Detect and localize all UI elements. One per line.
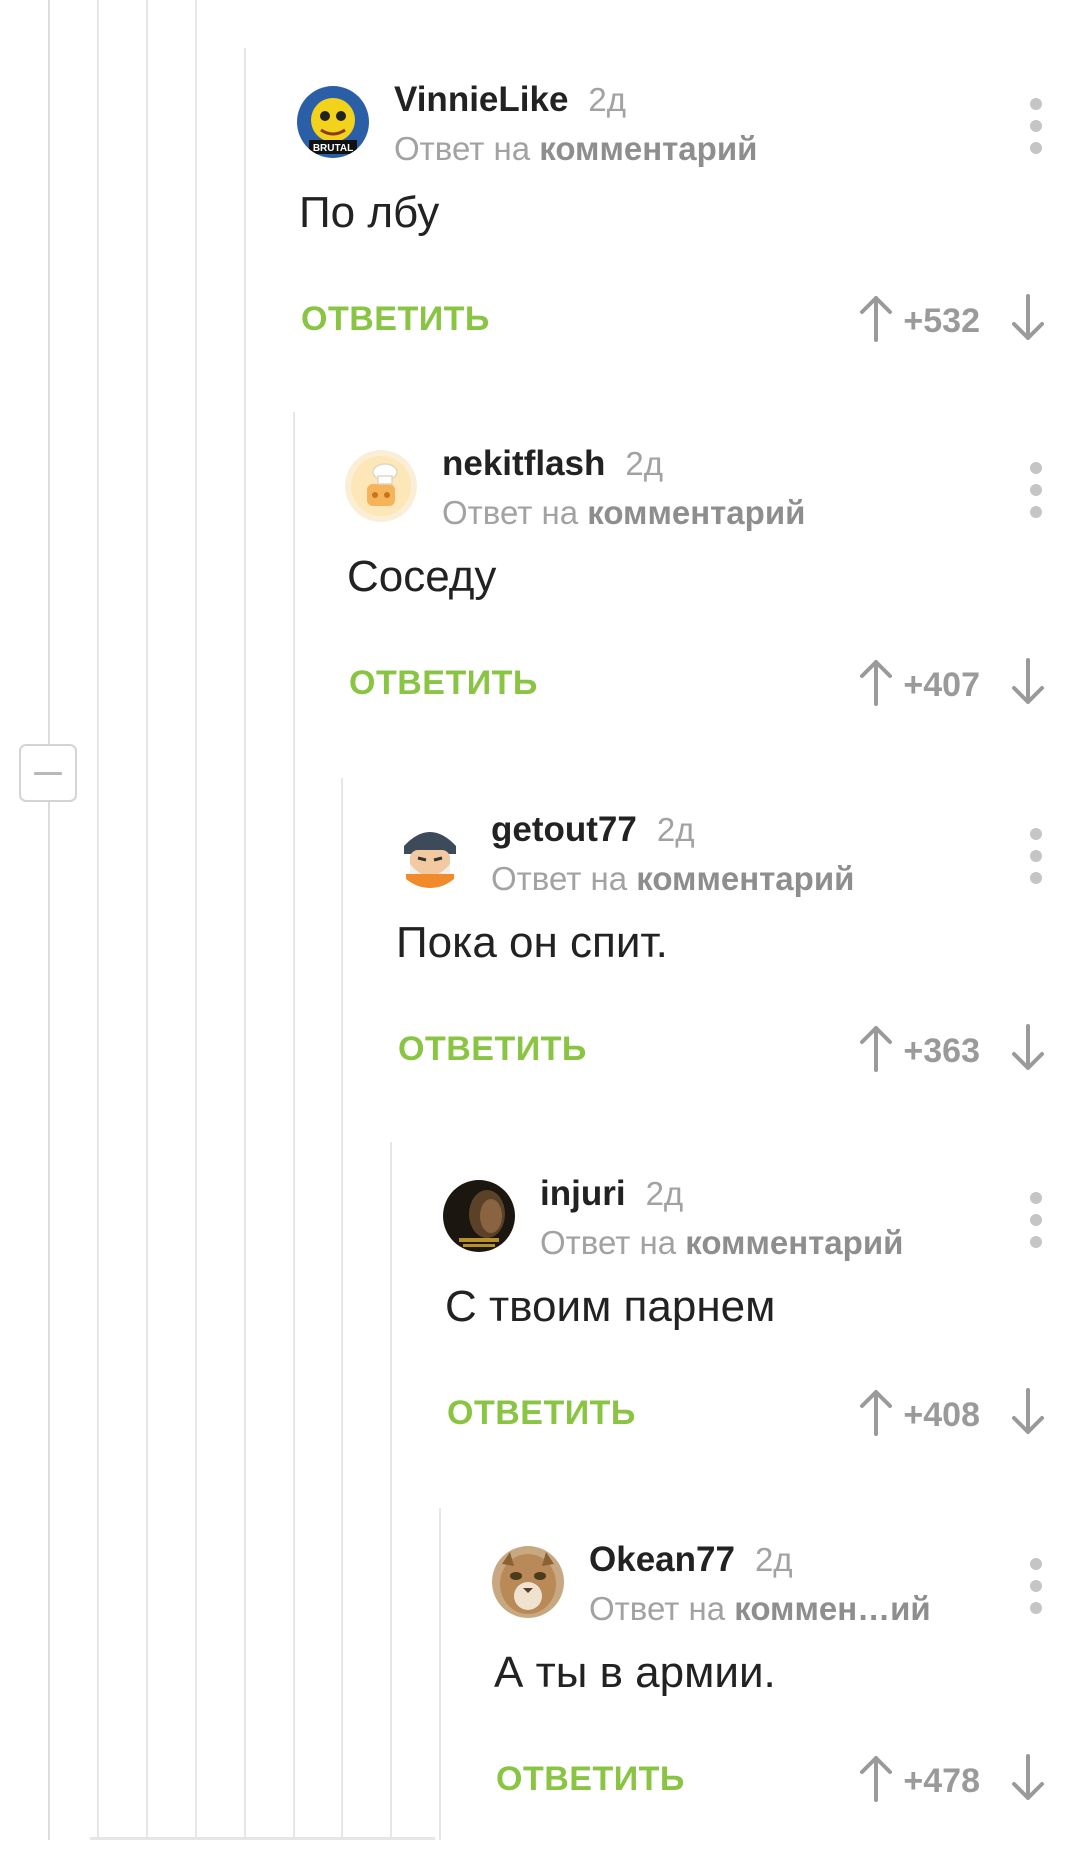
username[interactable]: VinnieLike 2д [394, 80, 626, 120]
avatar-image [443, 1180, 515, 1252]
username[interactable]: nekitflash 2д [442, 444, 663, 484]
arrow-down-icon[interactable] [1008, 1022, 1048, 1074]
thread-line [341, 778, 343, 1840]
username[interactable]: injuri 2д [540, 1174, 683, 1214]
thread-line [97, 0, 99, 1840]
reply-button[interactable]: ОТВЕТИТЬ [398, 1030, 587, 1069]
avatar[interactable]: BRUTAL [297, 86, 369, 158]
thread-line [195, 0, 197, 1840]
arrow-down-icon[interactable] [1008, 292, 1048, 344]
timestamp: 2д [645, 1175, 684, 1212]
comment-text: А ты в армии. [494, 1648, 776, 1697]
timestamp: 2д [754, 1541, 793, 1578]
comment-text: Соседу [347, 552, 497, 601]
avatar-image: BRUTAL [297, 86, 369, 158]
score: +408 [903, 1396, 980, 1434]
avatar[interactable] [443, 1180, 515, 1252]
thread-line [293, 412, 295, 1840]
reply-button[interactable]: ОТВЕТИТЬ [301, 300, 490, 339]
reply-to-link[interactable]: комментарий [539, 130, 757, 167]
avatar[interactable] [394, 816, 466, 888]
arrow-up-icon[interactable] [856, 1386, 896, 1438]
username[interactable]: Okean77 2д [589, 1540, 793, 1580]
comment: BRUTAL VinnieLike 2д Ответ на комментарий… [297, 40, 1080, 400]
comment: getout77 2д Ответ на комментарий Пока он … [394, 770, 1080, 1130]
arrow-up-icon[interactable] [856, 1022, 896, 1074]
arrow-down-icon[interactable] [1008, 1752, 1048, 1804]
avatar[interactable] [345, 450, 417, 522]
score: +478 [903, 1762, 980, 1800]
thread-line [48, 0, 50, 1840]
thread-line [146, 0, 148, 1840]
timestamp: 2д [656, 811, 695, 848]
thread-line [439, 1508, 441, 1840]
comment: injuri 2д Ответ на комментарий С твоим па… [443, 1134, 1080, 1494]
thread-line [244, 48, 246, 1840]
timestamp: 2д [625, 445, 663, 482]
comment: Okean77 2д Ответ на коммен…ий А ты в арми… [492, 1500, 1080, 1860]
reply-to-label: Ответ на комментарий [442, 494, 806, 531]
reply-to-link[interactable]: коммен…ий [734, 1590, 931, 1627]
reply-to-link[interactable]: комментарий [587, 494, 805, 531]
score: +407 [903, 666, 980, 704]
comment: nekitflash 2д Ответ на комментарий Соседу… [345, 404, 1080, 764]
username[interactable]: getout77 2д [491, 810, 694, 850]
comment-text: По лбу [299, 188, 440, 237]
reply-button[interactable]: ОТВЕТИТЬ [349, 664, 538, 703]
more-options-button[interactable] [1024, 1192, 1048, 1252]
reply-to-label: Ответ на комментарий [540, 1224, 904, 1261]
arrow-down-icon[interactable] [1008, 1386, 1048, 1438]
avatar-image [492, 1546, 564, 1618]
thread-line [390, 1142, 392, 1840]
more-options-button[interactable] [1024, 462, 1048, 522]
reply-to-label: Ответ на комментарий [394, 130, 758, 167]
collapse-thread-button[interactable] [19, 744, 77, 802]
reply-to-label: Ответ на коммен…ий [589, 1590, 931, 1627]
more-options-button[interactable] [1024, 1558, 1048, 1618]
more-options-button[interactable] [1024, 98, 1048, 158]
arrow-up-icon[interactable] [856, 292, 896, 344]
comment-text: С твоим парнем [445, 1282, 776, 1331]
reply-button[interactable]: ОТВЕТИТЬ [496, 1760, 685, 1799]
score: +532 [903, 302, 980, 340]
avatar-image [394, 816, 466, 888]
score: +363 [903, 1032, 980, 1070]
comment-text: Пока он спит. [396, 918, 668, 967]
arrow-up-icon[interactable] [856, 656, 896, 708]
arrow-up-icon[interactable] [856, 1752, 896, 1804]
reply-to-link[interactable]: комментарий [685, 1224, 903, 1261]
reply-to-label: Ответ на комментарий [491, 860, 855, 897]
arrow-down-icon[interactable] [1008, 656, 1048, 708]
timestamp: 2д [588, 81, 627, 118]
reply-button[interactable]: ОТВЕТИТЬ [447, 1394, 636, 1433]
avatar-image [345, 450, 417, 522]
reply-to-link[interactable]: комментарий [636, 860, 854, 897]
svg-text:BRUTAL: BRUTAL [313, 143, 353, 154]
avatar[interactable] [492, 1546, 564, 1618]
more-options-button[interactable] [1024, 828, 1048, 888]
